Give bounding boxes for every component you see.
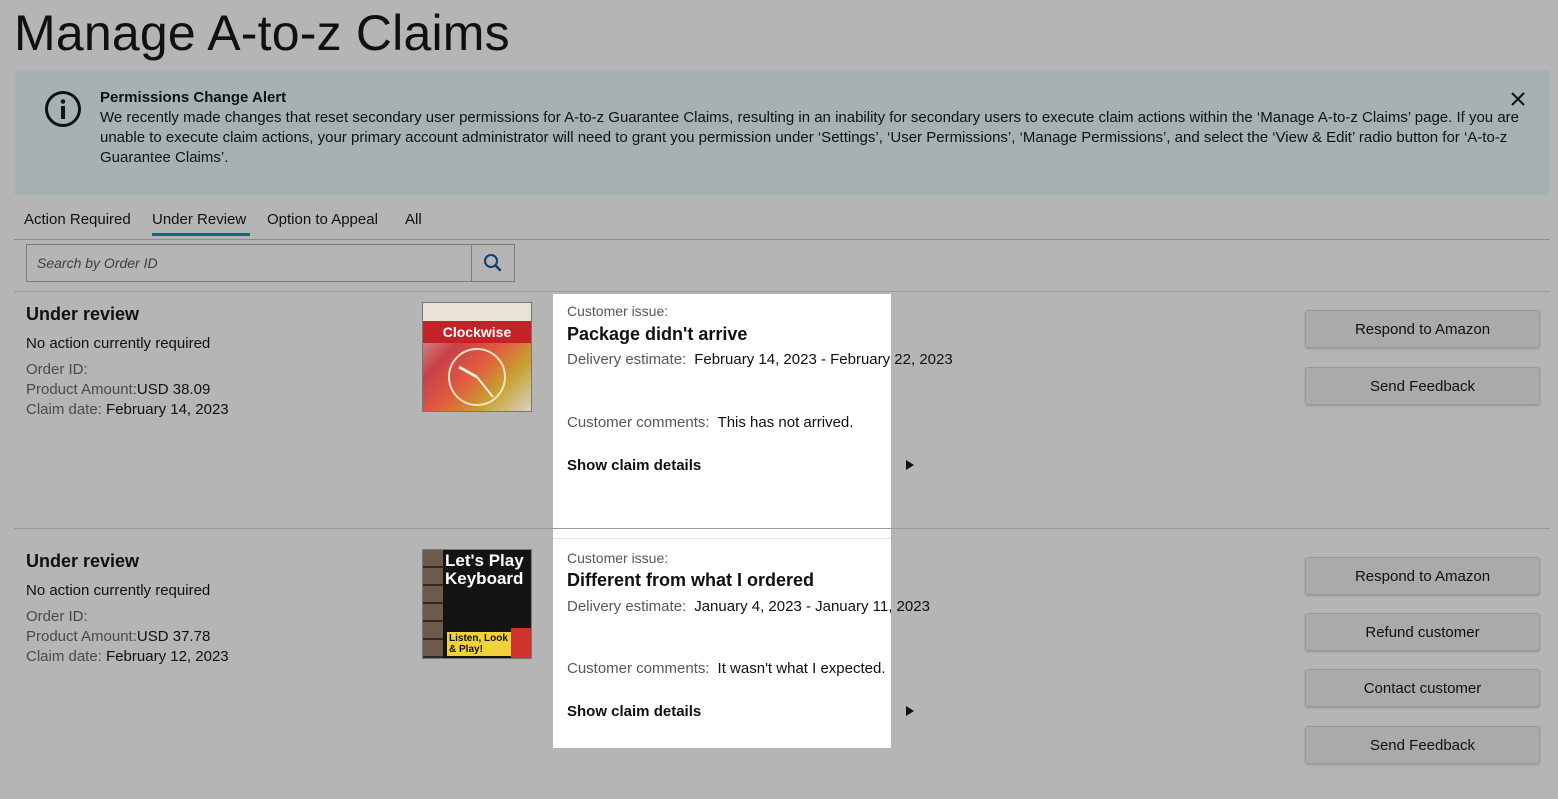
search-input[interactable]	[26, 244, 472, 282]
contact-customer-button[interactable]: Contact customer	[1305, 669, 1540, 707]
claim-date-label: Claim date:	[26, 648, 102, 665]
search-icon	[484, 254, 502, 272]
delivery-estimate-value: January 4, 2023 - January 11, 2023	[694, 598, 930, 615]
refund-customer-button[interactable]: Refund customer	[1305, 613, 1540, 651]
delivery-estimate-label: Delivery estimate:	[567, 351, 687, 368]
claim-date-value: February 12, 2023	[106, 648, 229, 665]
claim-date-row: Claim date: February 12, 2023	[26, 647, 248, 667]
order-id-label: Order ID:	[26, 361, 88, 378]
cover-banner	[423, 303, 531, 321]
expand-caret-icon[interactable]	[906, 706, 914, 716]
send-feedback-button[interactable]: Send Feedback	[1305, 367, 1540, 405]
send-feedback-button[interactable]: Send Feedback	[1305, 726, 1540, 764]
product-amount-row: Product Amount:USD 38.09	[26, 380, 248, 400]
product-amount-label: Product Amount:	[26, 381, 137, 398]
cover-photo-strip	[423, 550, 443, 658]
expand-caret-icon[interactable]	[906, 460, 914, 470]
redacted-order-id	[88, 613, 248, 621]
info-icon	[45, 91, 81, 127]
order-id-row: Order ID:	[26, 607, 248, 627]
customer-issue-label: Customer issue:	[567, 303, 669, 319]
customer-comments-value: It wasn't what I expected.	[717, 660, 886, 677]
show-claim-details-link[interactable]: Show claim details	[567, 456, 701, 476]
search-button[interactable]	[471, 244, 515, 282]
page-title: Manage A-to-z Claims	[14, 5, 510, 61]
claim-date-label: Claim date:	[26, 401, 102, 418]
product-image[interactable]: Let's Play Keyboard Listen, Look & Play!	[422, 549, 532, 659]
order-search	[26, 244, 515, 282]
alert-title: Permissions Change Alert	[100, 89, 287, 106]
tab-all[interactable]: All	[405, 210, 422, 230]
customer-comments-row: Customer comments: This has not arrived.	[567, 413, 853, 433]
claim-date-value: February 14, 2023	[106, 401, 229, 418]
respond-to-amazon-button[interactable]: Respond to Amazon	[1305, 310, 1540, 348]
show-claim-details-link[interactable]: Show claim details	[567, 702, 701, 722]
claim-summary: Under review No action currently require…	[26, 302, 248, 420]
divider	[14, 291, 1550, 292]
product-amount-row: Product Amount:USD 37.78	[26, 627, 248, 647]
claim-date-row: Claim date: February 14, 2023	[26, 400, 248, 420]
redacted-order-id	[88, 366, 248, 374]
order-id-label: Order ID:	[26, 608, 88, 625]
divider	[553, 538, 891, 539]
tab-option-to-appeal[interactable]: Option to Appeal	[267, 210, 378, 230]
customer-issue-label: Customer issue:	[567, 550, 669, 566]
order-id-row: Order ID:	[26, 360, 248, 380]
customer-issue-value: Package didn't arrive	[567, 324, 748, 344]
claim-tabs: Action Required Under Review Option to A…	[14, 203, 1550, 240]
cover-footer: Listen, Look & Play!	[447, 632, 511, 656]
claim-status: Under review	[26, 551, 140, 571]
tab-action-required[interactable]: Action Required	[24, 210, 131, 230]
customer-issue-value: Different from what I ordered	[567, 570, 815, 590]
cover-title: Let's Play Keyboard	[445, 551, 524, 588]
cover-accent	[511, 628, 531, 658]
customer-comments-label: Customer comments:	[567, 414, 710, 431]
claim-substatus: No action currently required	[26, 582, 211, 599]
product-amount-value: USD 38.09	[136, 381, 211, 398]
close-icon[interactable]	[1507, 88, 1529, 110]
product-image[interactable]: Clockwise	[422, 302, 532, 412]
customer-comments-row: Customer comments: It wasn't what I expec…	[567, 659, 886, 679]
divider	[14, 528, 1550, 529]
delivery-estimate-value: February 14, 2023 - February 22, 2023	[694, 351, 953, 368]
alert-body: We recently made changes that reset seco…	[100, 109, 1520, 166]
claim-status: Under review	[26, 304, 140, 324]
delivery-estimate-row: Delivery estimate: February 14, 2023 - Fe…	[567, 350, 953, 370]
claim-summary: Under review No action currently require…	[26, 549, 248, 667]
respond-to-amazon-button[interactable]: Respond to Amazon	[1305, 557, 1540, 595]
product-amount-value: USD 37.78	[136, 628, 211, 645]
active-tab-indicator	[152, 233, 250, 236]
delivery-estimate-row: Delivery estimate: January 4, 2023 - Janu…	[567, 597, 930, 617]
tab-under-review[interactable]: Under Review	[152, 210, 246, 230]
product-amount-label: Product Amount:	[26, 628, 137, 645]
cover-title: Clockwise	[423, 321, 531, 343]
customer-comments-value: This has not arrived.	[717, 414, 854, 431]
permissions-alert: Permissions Change Alert We recently mad…	[14, 70, 1550, 195]
customer-comments-label: Customer comments:	[567, 660, 710, 677]
claim-substatus: No action currently required	[26, 335, 211, 352]
clock-graphic	[448, 348, 506, 406]
delivery-estimate-label: Delivery estimate:	[567, 598, 687, 615]
